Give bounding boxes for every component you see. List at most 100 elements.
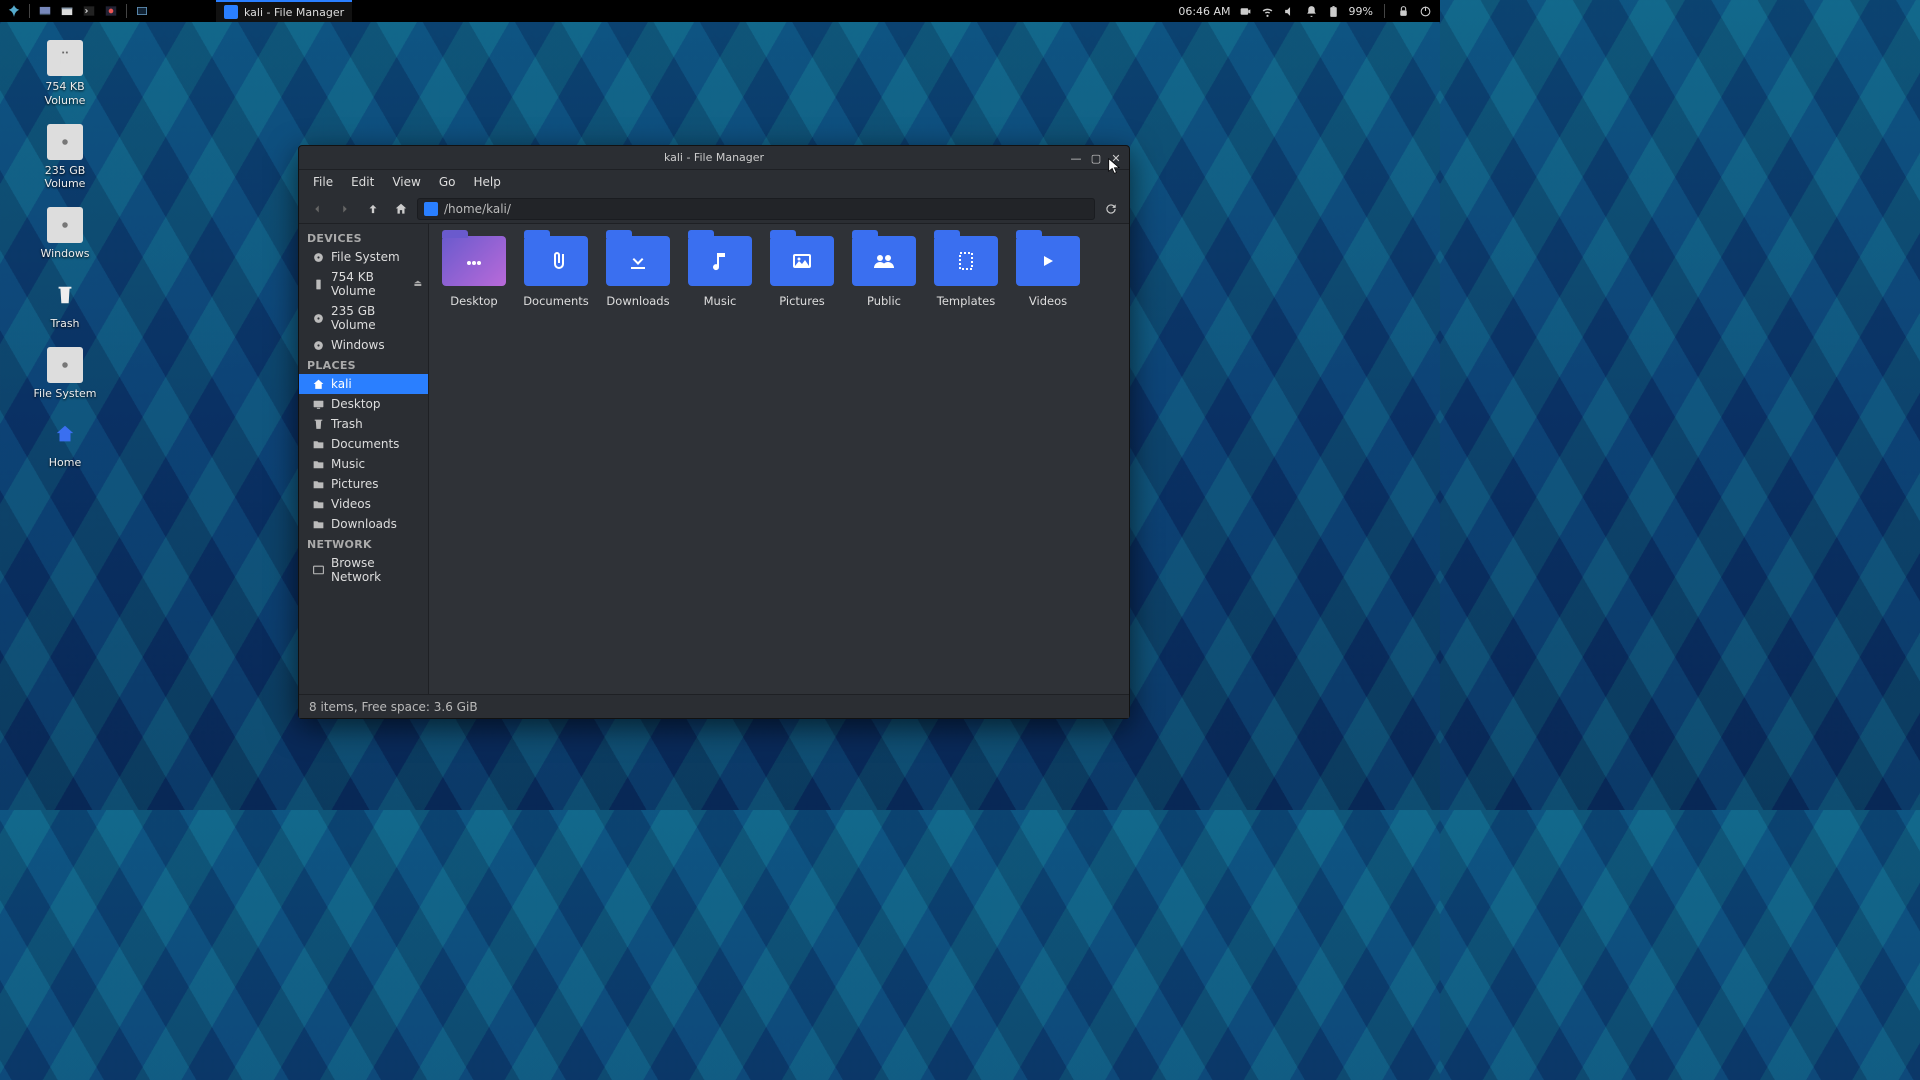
sidebar-item[interactable]: kali — [299, 374, 428, 394]
folder-item[interactable]: Pictures — [761, 236, 843, 308]
sidebar-item-label: Windows — [331, 338, 385, 352]
show-desktop-icon[interactable] — [35, 2, 55, 20]
menu-view[interactable]: View — [384, 173, 428, 191]
desktop-icon[interactable]: Windows — [20, 207, 110, 261]
forward-button[interactable] — [333, 197, 357, 221]
folder-item[interactable]: Videos — [1007, 236, 1089, 308]
sidebar-item[interactable]: File System — [299, 247, 428, 267]
folder-icon — [311, 457, 325, 471]
panel-right: 06:46 AM 99% — [1178, 4, 1440, 18]
folder-icon — [311, 497, 325, 511]
sidebar-head: NETWORK — [299, 534, 428, 553]
menu-edit[interactable]: Edit — [343, 173, 382, 191]
folder-icon — [224, 5, 238, 19]
folder-item[interactable]: Desktop — [433, 236, 515, 308]
toolbar: /home/kali/ — [299, 194, 1129, 224]
sidebar-head: PLACES — [299, 355, 428, 374]
power-icon[interactable] — [1418, 4, 1432, 18]
folder-label: Music — [704, 294, 737, 308]
home-button[interactable] — [389, 197, 413, 221]
desktop-icon-label: File System — [34, 387, 97, 401]
disk-icon — [47, 207, 83, 243]
sidebar-item-label: Music — [331, 457, 365, 471]
folder-label: Pictures — [779, 294, 825, 308]
desktop-icon[interactable]: 235 GBVolume — [20, 124, 110, 192]
disk-icon — [311, 338, 325, 352]
close-button[interactable]: ✕ — [1107, 149, 1125, 167]
sidebar-item-label: 235 GB Volume — [331, 304, 420, 332]
folder-item[interactable]: Documents — [515, 236, 597, 308]
menu-file[interactable]: File — [305, 173, 341, 191]
menu-go[interactable]: Go — [431, 173, 464, 191]
usb-icon — [311, 277, 325, 291]
desktop-icon[interactable]: File System — [20, 347, 110, 401]
path-text: /home/kali/ — [444, 202, 511, 216]
sidebar-item[interactable]: Windows — [299, 335, 428, 355]
battery-icon[interactable] — [1327, 4, 1341, 18]
folder-item[interactable]: Music — [679, 236, 761, 308]
folder-label: Public — [867, 294, 901, 308]
trash-icon — [47, 277, 83, 313]
up-button[interactable] — [361, 197, 385, 221]
files-launcher-icon[interactable] — [57, 2, 77, 20]
sidebar-item[interactable]: Music — [299, 454, 428, 474]
lock-icon[interactable] — [1396, 4, 1410, 18]
folder-label: Downloads — [606, 294, 669, 308]
file-manager-window: kali - File Manager — ▢ ✕ FileEditViewGo… — [298, 145, 1130, 719]
screen-record-icon[interactable] — [1239, 4, 1253, 18]
sidebar-item[interactable]: Desktop — [299, 394, 428, 414]
home-icon — [47, 416, 83, 452]
clock[interactable]: 06:46 AM — [1178, 5, 1230, 18]
sidebar-item[interactable]: 235 GB Volume — [299, 301, 428, 335]
disk-icon — [47, 347, 83, 383]
minimize-button[interactable]: — — [1067, 149, 1085, 167]
sidebar-item[interactable]: Documents — [299, 434, 428, 454]
folder-item[interactable]: Downloads — [597, 236, 679, 308]
back-button[interactable] — [305, 197, 329, 221]
volume-icon[interactable] — [1283, 4, 1297, 18]
desktop-icon[interactable]: 754 KBVolume — [20, 40, 110, 108]
app-menu-icon[interactable] — [4, 2, 24, 20]
sidebar-item[interactable]: Trash — [299, 414, 428, 434]
sidebar-item[interactable]: Pictures — [299, 474, 428, 494]
sidebar-item[interactable]: Videos — [299, 494, 428, 514]
folder-icon — [770, 236, 834, 286]
folder-icon — [311, 477, 325, 491]
sidebar-item[interactable]: 754 KB Volume⏏ — [299, 267, 428, 301]
folder-item[interactable]: Public — [843, 236, 925, 308]
desktop-icon[interactable]: Home — [20, 416, 110, 470]
workspace-switcher-icon[interactable] — [132, 2, 152, 20]
sidebar-head: DEVICES — [299, 228, 428, 247]
sidebar-item[interactable]: Browse Network — [299, 553, 428, 587]
sidebar-item-label: Trash — [331, 417, 363, 431]
folder-item[interactable]: Templates — [925, 236, 1007, 308]
eject-icon[interactable]: ⏏ — [413, 279, 422, 289]
sidebar-item-label: Documents — [331, 437, 399, 451]
desktop-icon[interactable]: Trash — [20, 277, 110, 331]
wifi-icon[interactable] — [1261, 4, 1275, 18]
kali-launcher-icon[interactable] — [101, 2, 121, 20]
path-bar[interactable]: /home/kali/ — [417, 198, 1095, 220]
maximize-button[interactable]: ▢ — [1087, 149, 1105, 167]
folder-label: Desktop — [450, 294, 497, 308]
network-icon — [311, 563, 325, 577]
folder-label: Videos — [1029, 294, 1067, 308]
taskbar-file-manager[interactable]: kali - File Manager — [216, 0, 352, 22]
sidebar: DEVICESFile System754 KB Volume⏏235 GB V… — [299, 224, 429, 694]
menu-help[interactable]: Help — [465, 173, 508, 191]
folder-icon — [852, 236, 916, 286]
home-icon — [311, 377, 325, 391]
desktop-icon-label: Windows — [40, 247, 89, 261]
status-text: 8 items, Free space: 3.6 GiB — [309, 700, 478, 714]
terminal-launcher-icon[interactable] — [79, 2, 99, 20]
folder-icon — [688, 236, 752, 286]
titlebar[interactable]: kali - File Manager — ▢ ✕ — [299, 146, 1129, 170]
notifications-icon[interactable] — [1305, 4, 1319, 18]
reload-button[interactable] — [1099, 197, 1123, 221]
sidebar-item[interactable]: Downloads — [299, 514, 428, 534]
folder-view[interactable]: Desktop Documents Downloads Music Pictures Pu… — [429, 224, 1129, 694]
sidebar-item-label: Videos — [331, 497, 371, 511]
disk-icon — [311, 311, 325, 325]
sidebar-item-label: 754 KB Volume — [331, 270, 420, 298]
folder-icon — [424, 202, 438, 216]
